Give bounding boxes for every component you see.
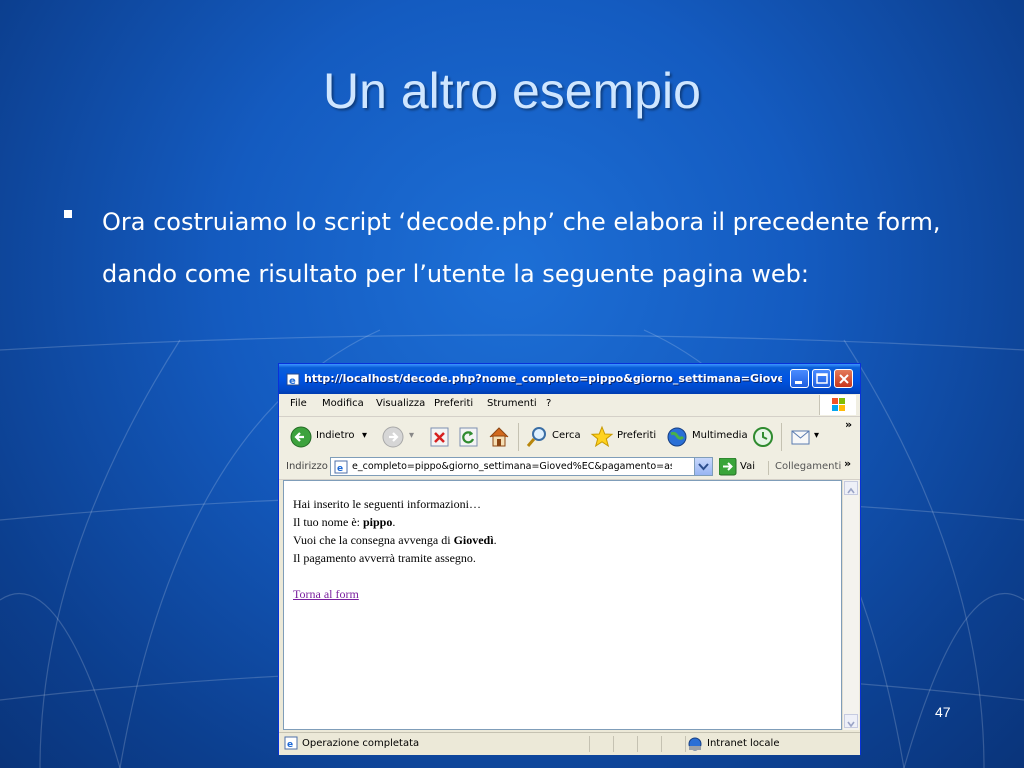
scroll-down-button[interactable] [844, 714, 858, 728]
links-label[interactable]: Collegamenti [768, 461, 841, 475]
menu-help[interactable]: ? [546, 398, 551, 409]
info-line: Hai inserito le seguenti informazioni… [293, 497, 481, 511]
back-arrow-icon[interactable] [289, 425, 313, 449]
back-button-label[interactable]: Indietro [316, 430, 355, 441]
refresh-icon[interactable] [458, 425, 480, 449]
svg-text:e: e [287, 740, 293, 750]
svg-text:e: e [337, 464, 343, 474]
browser-window: e http://localhost/decode.php?nome_compl… [279, 364, 860, 755]
zone-label: Intranet locale [707, 738, 780, 749]
favorites-button-label[interactable]: Preferiti [617, 430, 656, 441]
status-bar: e Operazione completata Intranet locale [279, 732, 860, 755]
window-title: http://localhost/decode.php?nome_complet… [304, 372, 782, 385]
day-line: Vuoi che la consegna avvenga di Giovedì. [293, 531, 823, 549]
maximize-button[interactable] [812, 369, 831, 388]
address-dropdown-button[interactable] [694, 458, 712, 475]
favorites-star-icon[interactable] [590, 425, 614, 449]
windows-logo [819, 395, 856, 415]
forward-dropdown-arrow-icon[interactable]: ▾ [409, 430, 414, 441]
name-line-suffix: . [392, 515, 396, 529]
page-text: Hai inserito le seguenti informazioni… I… [293, 495, 823, 603]
page-content: Hai inserito le seguenti informazioni… I… [283, 480, 842, 730]
ie-page-icon: e [286, 373, 300, 387]
stop-icon[interactable] [429, 425, 451, 449]
name-value: pippo [362, 515, 393, 529]
media-globe-icon[interactable] [665, 425, 689, 449]
menu-modifica[interactable]: Modifica [322, 398, 364, 409]
name-line-label: Il tuo nome è: [293, 515, 363, 529]
toolbar-separator [518, 423, 519, 451]
slide-page-number: 47 [935, 704, 951, 720]
chevron-down-icon [698, 463, 709, 471]
address-bar: Indirizzo e e_completo=pippo&giorno_sett… [279, 455, 860, 480]
bullet-square-icon [64, 210, 72, 218]
close-icon [839, 374, 849, 384]
go-arrow-icon[interactable] [719, 458, 737, 476]
back-link-row: Torna al form [293, 585, 823, 603]
address-input[interactable]: e e_completo=pippo&giorno_settimana=Giov… [330, 457, 713, 476]
status-cell [613, 736, 637, 752]
slide-title: Un altro esempio [323, 63, 701, 119]
toolbar: Indietro ▾ ▾ Cerca Preferiti Multimedia [279, 417, 860, 456]
maximize-icon [816, 373, 828, 384]
bullet-text: Ora costruiamo lo script ‘decode.php’ ch… [102, 208, 941, 288]
history-icon[interactable] [751, 425, 775, 449]
status-cell [637, 736, 661, 752]
home-icon[interactable] [487, 425, 511, 449]
page-done-icon: e [284, 736, 298, 750]
payment-line: Il pagamento avverrà tramite assegno. [293, 551, 476, 565]
go-button-label[interactable]: Vai [740, 461, 755, 472]
menu-bar: File Modifica Visualizza Preferiti Strum… [279, 394, 860, 417]
media-button-label[interactable]: Multimedia [692, 430, 748, 441]
status-cell [661, 736, 685, 752]
menu-strumenti[interactable]: Strumenti [487, 398, 537, 409]
search-button-label[interactable]: Cerca [552, 430, 581, 441]
vertical-scrollbar[interactable] [842, 480, 859, 730]
menu-visualizza[interactable]: Visualizza [376, 398, 425, 409]
status-cell [589, 736, 613, 752]
toolbar-separator [781, 423, 782, 451]
chevron-down-icon [847, 721, 855, 728]
close-button[interactable] [834, 369, 853, 388]
title-bar[interactable]: e http://localhost/decode.php?nome_compl… [279, 364, 860, 394]
back-dropdown-arrow-icon[interactable]: ▾ [362, 430, 367, 441]
menu-file[interactable]: File [290, 398, 307, 409]
mail-dropdown-arrow-icon[interactable]: ▾ [814, 430, 819, 441]
minimize-button[interactable] [790, 369, 809, 388]
status-message: Operazione completata [302, 738, 420, 749]
links-overflow-chevron-icon[interactable]: » [844, 457, 851, 470]
mail-icon[interactable] [789, 425, 813, 449]
day-value: Giovedì [453, 533, 494, 547]
address-label: Indirizzo [286, 461, 328, 472]
back-to-form-link[interactable]: Torna al form [293, 587, 359, 601]
address-value[interactable]: e_completo=pippo&giorno_settimana=Gioved… [352, 461, 672, 472]
page-icon: e [334, 460, 348, 474]
minimize-icon [795, 381, 802, 384]
chevron-up-icon [847, 487, 855, 494]
menu-preferiti[interactable]: Preferiti [434, 398, 473, 409]
day-line-suffix: . [493, 533, 497, 547]
day-line-label: Vuoi che la consegna avvenga di [293, 533, 454, 547]
scroll-up-button[interactable] [844, 481, 858, 495]
svg-text:e: e [289, 376, 296, 387]
intranet-globe-icon [688, 737, 702, 751]
forward-arrow-icon[interactable] [381, 425, 405, 449]
name-line: Il tuo nome è: pippo. [293, 513, 823, 531]
search-icon[interactable] [525, 425, 549, 449]
toolbar-overflow-chevron-icon[interactable]: » [845, 418, 852, 431]
windows-flag-icon [832, 398, 845, 411]
